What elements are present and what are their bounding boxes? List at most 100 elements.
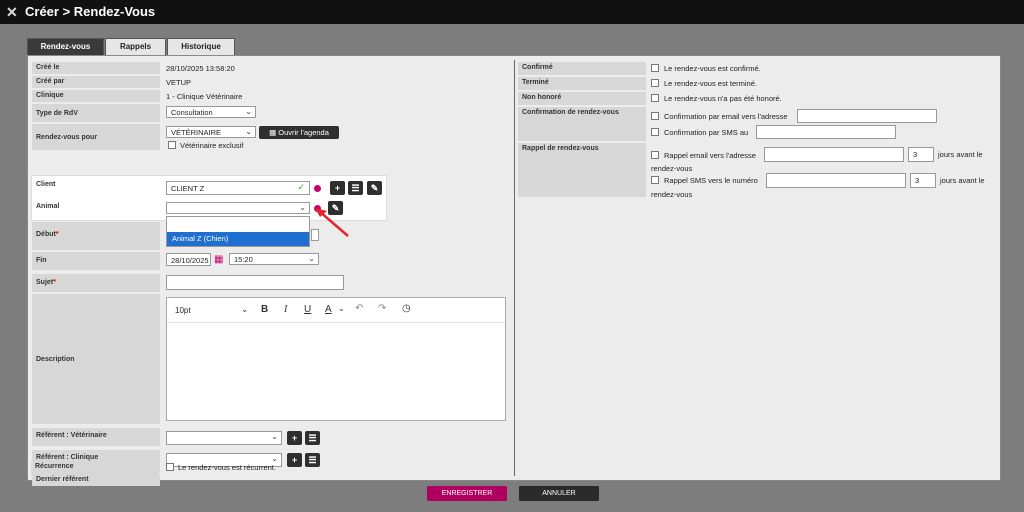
description-editor[interactable]: 10pt ⌄ B I U A ⌄ ↶ ↷ ◷: [166, 297, 506, 421]
undo-icon[interactable]: ↶: [355, 303, 363, 314]
calendar-icon[interactable]: ▦: [214, 254, 223, 265]
chevron-down-icon: ⌄: [308, 254, 315, 263]
chevron-down-icon[interactable]: ⌄: [241, 304, 249, 315]
column-divider: [514, 60, 515, 476]
calendar-icon: ▦: [269, 128, 279, 137]
confirmation-sms-text: Confirmation par SMS au: [664, 128, 749, 137]
confirmation-email-checkbox[interactable]: [651, 112, 659, 120]
editor-toolbar: 10pt ⌄ B I U A ⌄ ↶ ↷ ◷: [167, 298, 505, 323]
termine-checkbox[interactable]: [651, 79, 659, 87]
tab-historique[interactable]: Historique: [167, 38, 235, 55]
rappel-email-input[interactable]: [764, 147, 904, 162]
fin-time-value: 15:20: [234, 255, 253, 264]
list-icon: ☰: [351, 183, 360, 193]
required-marker: *: [53, 279, 56, 286]
tab-rendez-vous[interactable]: Rendez-vous: [27, 38, 104, 55]
required-marker: *: [55, 231, 59, 238]
label-debut: Début*: [32, 222, 160, 250]
annotation-arrow-icon: [315, 208, 349, 237]
label-type-rdv: Type de RdV: [32, 104, 160, 122]
label-ref-vet: Référent : Vétérinaire: [32, 428, 160, 446]
rappel-email-days-input[interactable]: 3: [908, 147, 934, 162]
font-size-select[interactable]: 10pt: [175, 306, 191, 315]
client-input[interactable]: CLIENT Z ✓: [166, 181, 310, 195]
label-clinique: Clinique: [32, 90, 160, 102]
chevron-down-icon[interactable]: ⌄: [338, 304, 345, 313]
rappel-sms-days-input[interactable]: 3: [910, 173, 936, 188]
label-client: Client: [32, 176, 160, 198]
rappel-sms-checkbox[interactable]: [651, 176, 659, 184]
check-icon: ✓: [297, 182, 305, 192]
exclusive-vet-label: Vétérinaire exclusif: [180, 141, 244, 150]
rappel-sms-suffix-2: rendez-vous: [651, 190, 693, 199]
termine-text: Le rendez-vous est terminé.: [664, 79, 757, 88]
content-area: Rendez-vous Rappels Historique Créé le 2…: [0, 24, 1024, 512]
fin-time-select[interactable]: 15:20 ⌄: [229, 253, 319, 265]
animal-select[interactable]: ⌄: [166, 202, 310, 214]
open-agenda-button[interactable]: ▦ Ouvrir l'agenda: [259, 126, 339, 139]
non-honore-text: Le rendez-vous n'a pas été honoré.: [664, 94, 782, 103]
add-client-button[interactable]: +: [330, 181, 345, 195]
confirmation-email-text: Confirmation par email vers l'adresse: [664, 112, 788, 121]
list-ref-clinique-button[interactable]: ☰: [305, 453, 320, 467]
recurrence-checkbox[interactable]: [166, 463, 174, 471]
rdv-pour-select[interactable]: VÉTÉRINAIRE ⌄: [166, 126, 256, 138]
list-icon: ☰: [308, 455, 317, 465]
close-icon[interactable]: ✕: [6, 4, 18, 20]
animal-dropdown: Animal Z (Chien): [166, 216, 310, 247]
clock-icon[interactable]: ◷: [402, 303, 411, 314]
label-description: Description: [32, 294, 160, 424]
redo-icon[interactable]: ↷: [378, 303, 386, 314]
text-color-icon[interactable]: A: [325, 304, 332, 315]
pencil-icon: ✎: [370, 183, 379, 193]
confirme-checkbox[interactable]: [651, 64, 659, 72]
label-confirme: Confirmé: [518, 62, 646, 75]
list-client-button[interactable]: ☰: [348, 181, 363, 195]
label-sujet: Sujet*: [32, 274, 160, 292]
sujet-input[interactable]: [166, 275, 344, 290]
rappel-sms-input[interactable]: [766, 173, 906, 188]
chevron-down-icon: ⌄: [245, 127, 252, 136]
client-value: CLIENT Z: [171, 184, 205, 193]
label-confirmation: Confirmation de rendez-vous: [518, 107, 646, 141]
rappel-email-text: Rappel email vers l'adresse: [664, 151, 756, 160]
label-cree-le: Créé le: [32, 62, 160, 74]
chevron-down-icon: ⌄: [271, 454, 278, 463]
add-ref-vet-button[interactable]: +: [287, 431, 302, 445]
tab-rappels[interactable]: Rappels: [105, 38, 166, 55]
value-clinique: 1 - Clinique Vétérinaire: [166, 92, 243, 101]
form-panel: Créé le 28/10/2025 13:58:20 Créé par VET…: [27, 55, 1001, 486]
italic-icon[interactable]: I: [284, 304, 287, 315]
rappel-email-suffix: jours avant le: [938, 150, 983, 159]
edit-client-button[interactable]: ✎: [367, 181, 382, 195]
title-bar: ✕ Créer > Rendez-Vous: [0, 0, 1024, 24]
bold-icon[interactable]: B: [261, 304, 268, 315]
confirmation-sms-input[interactable]: [756, 125, 896, 139]
rappel-sms-text: Rappel SMS vers le numéro: [664, 176, 758, 185]
underline-icon[interactable]: U: [304, 304, 311, 315]
add-ref-clinique-button[interactable]: +: [287, 453, 302, 467]
save-button[interactable]: ENREGISTRER: [427, 486, 507, 501]
type-rdv-value: Consultation: [171, 108, 213, 117]
label-cree-par: Créé par: [32, 76, 160, 88]
confirmation-email-input[interactable]: [797, 109, 937, 123]
fin-date-input[interactable]: 28/10/2025: [166, 253, 211, 266]
list-ref-vet-button[interactable]: ☰: [305, 431, 320, 445]
list-icon: ☰: [308, 433, 317, 443]
label-rappel: Rappel de rendez-vous: [518, 143, 646, 197]
rappel-sms-suffix: jours avant le: [940, 176, 985, 185]
chevron-down-icon: ⌄: [271, 432, 278, 441]
ref-vet-select[interactable]: ⌄: [166, 431, 282, 445]
non-honore-checkbox[interactable]: [651, 94, 659, 102]
cancel-button[interactable]: ANNULER: [519, 486, 599, 501]
label-rdv-pour: Rendez-vous pour: [32, 124, 160, 150]
confirmation-sms-checkbox[interactable]: [651, 128, 659, 136]
value-cree-le: 28/10/2025 13:58:20: [166, 64, 235, 73]
rdv-pour-value: VÉTÉRINAIRE: [171, 128, 222, 137]
label-dernier-referent: Dernier référent: [32, 474, 160, 486]
type-rdv-select[interactable]: Consultation ⌄: [166, 106, 256, 118]
rappel-email-checkbox[interactable]: [651, 151, 659, 159]
animal-option[interactable]: Animal Z (Chien): [167, 232, 309, 246]
recurrence-text: Le rendez-vous est récurrent.: [178, 463, 276, 472]
exclusive-vet-checkbox[interactable]: [168, 141, 176, 149]
